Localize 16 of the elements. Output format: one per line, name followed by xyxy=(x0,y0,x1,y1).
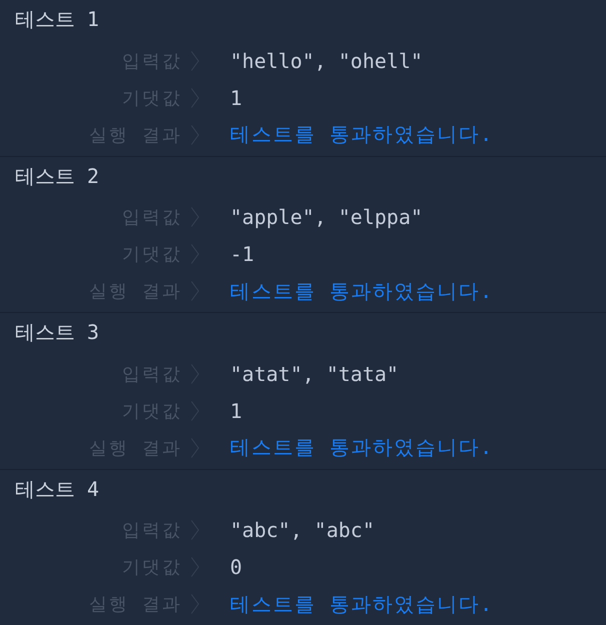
row-value: "atat", "tata" xyxy=(230,362,399,386)
test-case-title: 테스트 2 xyxy=(15,162,100,190)
row-value: "abc", "abc" xyxy=(230,518,374,542)
row-value: "hello", "ohell" xyxy=(230,48,423,72)
row-value: 1 xyxy=(230,86,242,110)
result-message: 테스트를 통과하였습니다. xyxy=(230,434,494,461)
row-value: -1 xyxy=(230,242,254,266)
result-message: 테스트를 통과하였습니다. xyxy=(230,121,494,148)
row-value: 1 xyxy=(230,398,242,422)
test-case-title: 테스트 4 xyxy=(15,476,100,502)
row-value: "apple", "elppa" xyxy=(230,205,423,229)
test-case-title: 테스트 3 xyxy=(15,319,100,346)
result-message: 테스트를 통과하였습니다. xyxy=(230,278,494,304)
test-case-title: 테스트 1 xyxy=(15,6,100,33)
result-message: 테스트를 통과하였습니다. xyxy=(230,590,494,618)
row-value: 0 xyxy=(230,555,242,579)
